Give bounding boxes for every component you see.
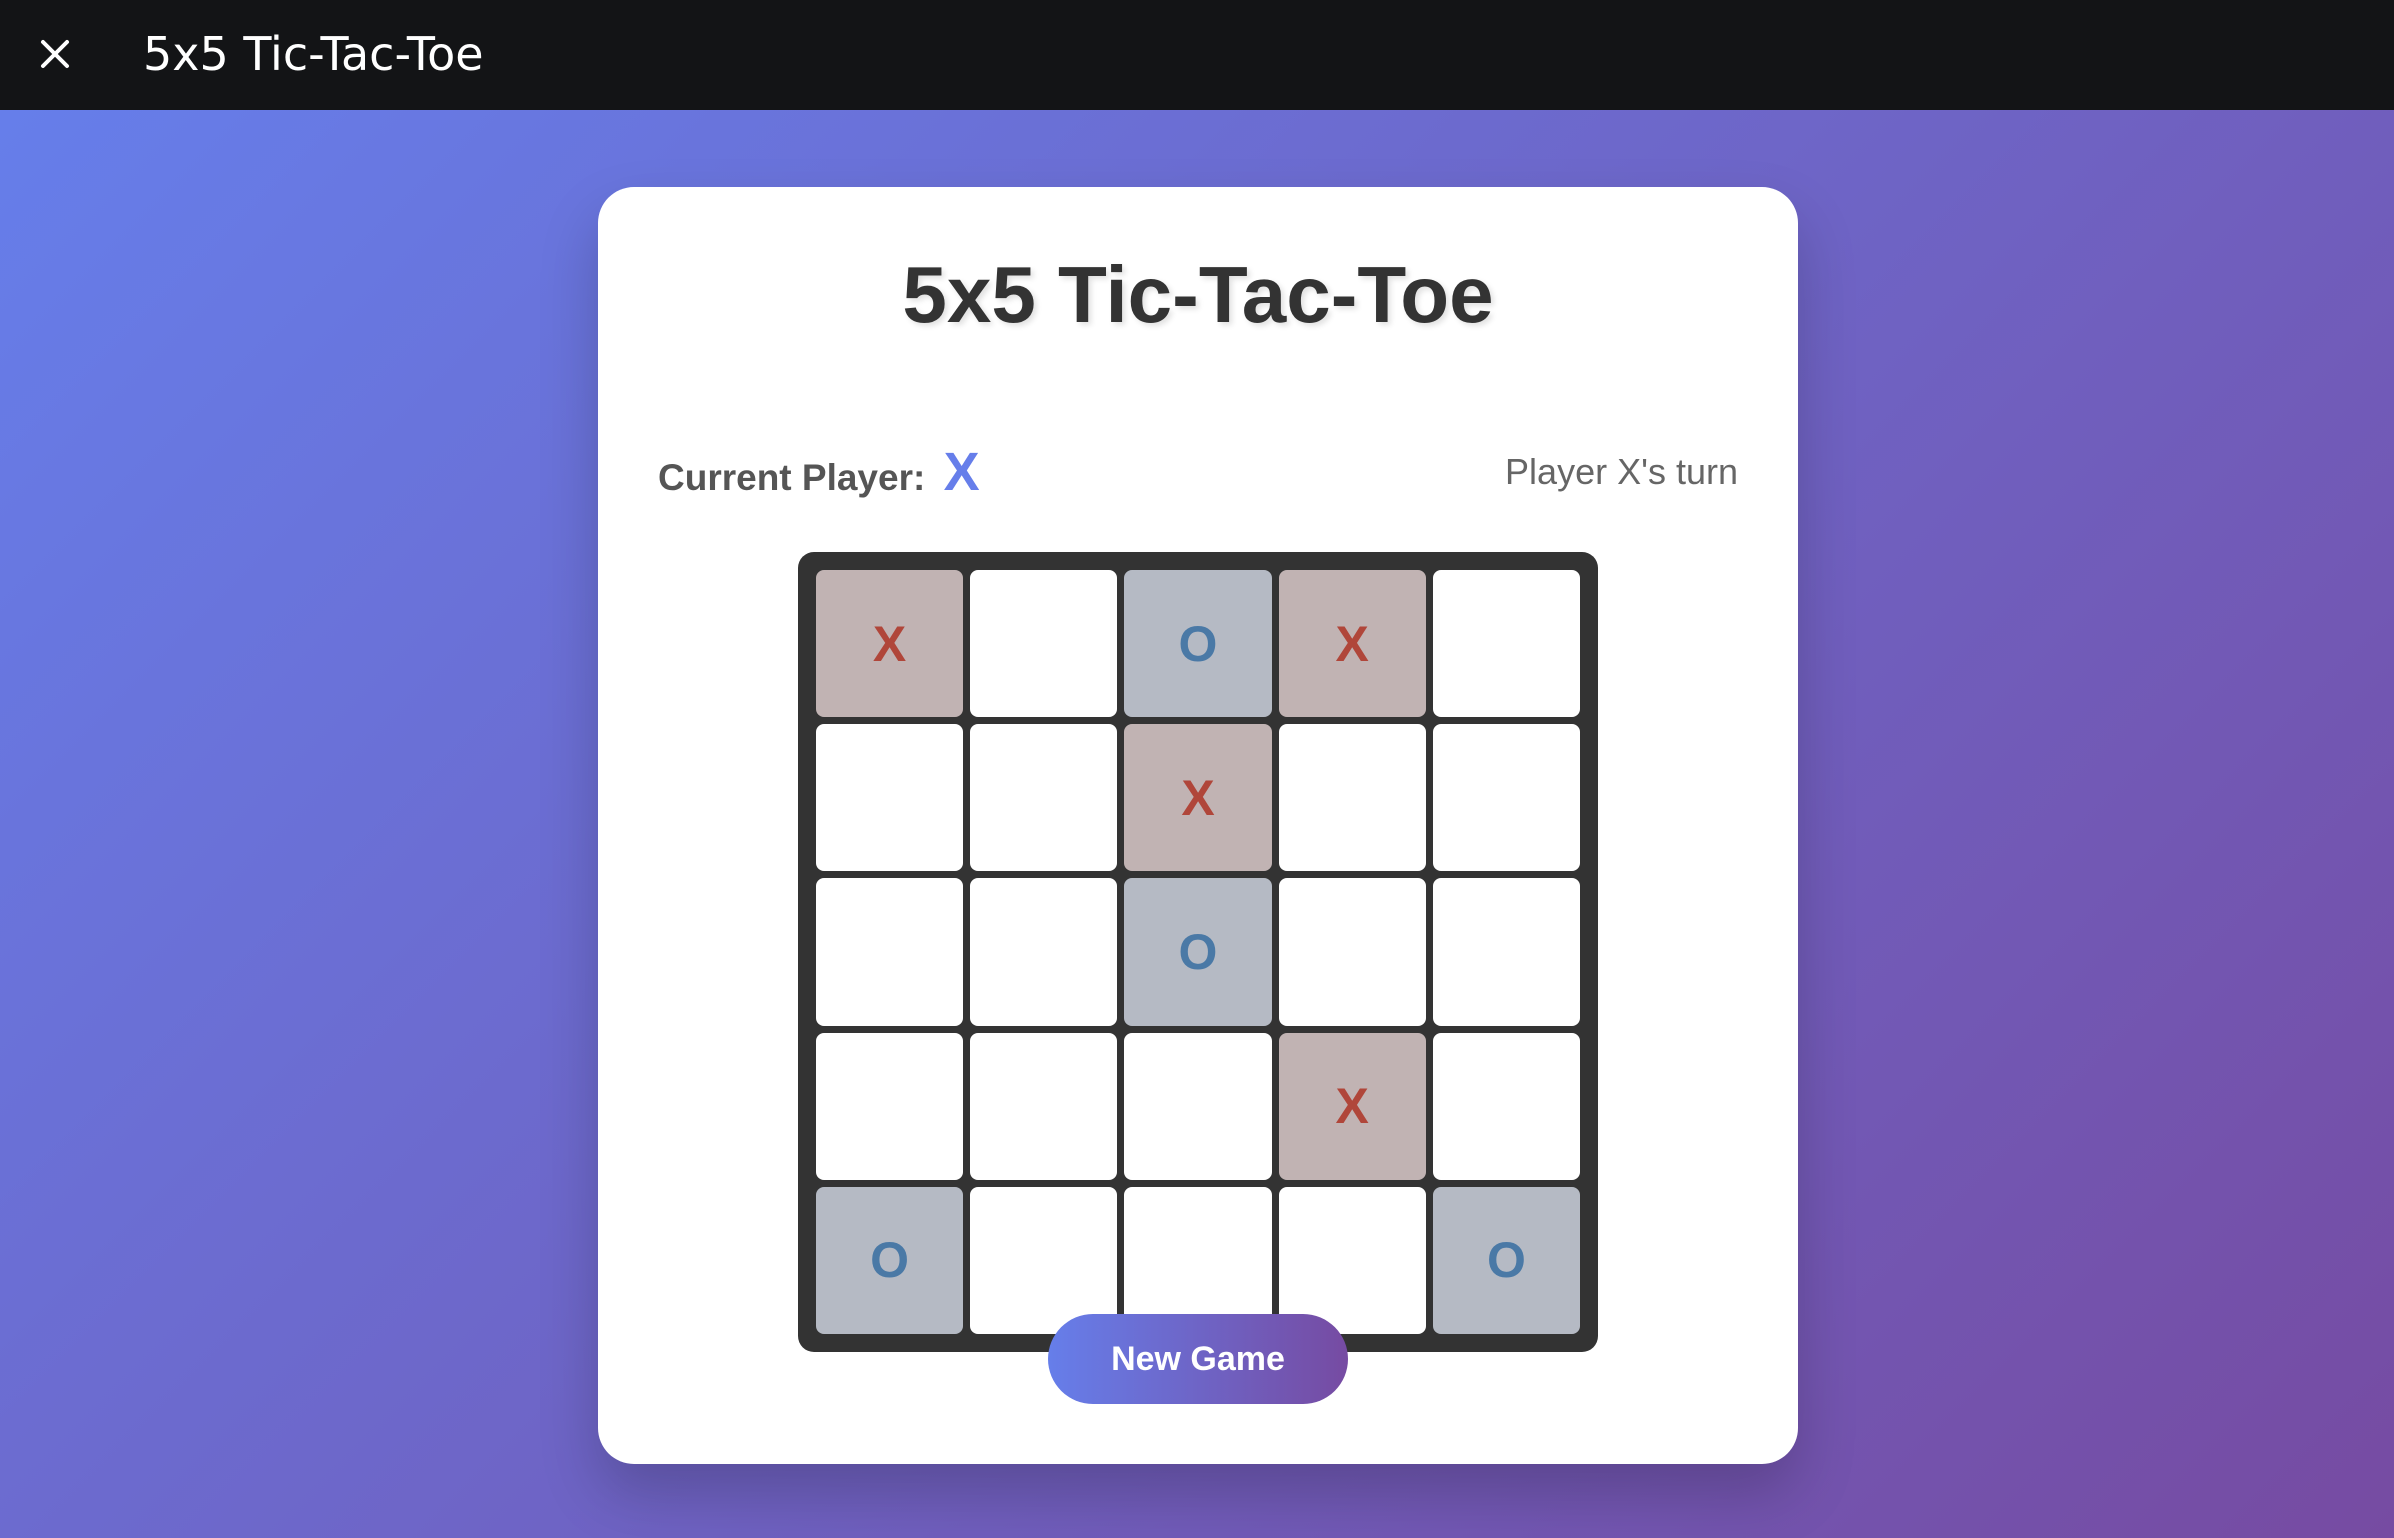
new-game-button[interactable]: New Game — [1048, 1314, 1348, 1404]
board-cell[interactable] — [1278, 724, 1426, 872]
board-cell[interactable]: X — [816, 570, 964, 718]
board-cell[interactable] — [816, 724, 964, 872]
game-board: XOXXOXOO — [798, 552, 1598, 1352]
game-background: 5x5 Tic-Tac-Toe Current Player: X Player… — [0, 110, 2394, 1538]
title-bar: 5x5 Tic-Tac-Toe — [0, 0, 2394, 110]
board-cell[interactable] — [970, 1032, 1118, 1180]
board-cell[interactable] — [1278, 1186, 1426, 1334]
board-cell[interactable]: X — [1278, 1032, 1426, 1180]
board-cell[interactable] — [1124, 1186, 1272, 1334]
current-player-info: Current Player: X — [658, 445, 980, 503]
board-cell[interactable]: O — [816, 1186, 964, 1334]
board-cell[interactable]: X — [1278, 570, 1426, 718]
board-cell[interactable] — [1432, 878, 1580, 1026]
board-cell[interactable]: O — [1432, 1186, 1580, 1334]
current-player-symbol: X — [943, 442, 980, 502]
board-cell[interactable] — [816, 878, 964, 1026]
board-cell[interactable] — [1278, 878, 1426, 1026]
board-cell[interactable] — [1432, 570, 1580, 718]
board-cell[interactable] — [1124, 1032, 1272, 1180]
close-icon — [41, 40, 69, 68]
game-status: Player X's turn — [1505, 451, 1738, 492]
board-cell[interactable] — [816, 1032, 964, 1180]
game-title: 5x5 Tic-Tac-Toe — [902, 250, 1494, 339]
game-card: 5x5 Tic-Tac-Toe Current Player: X Player… — [598, 187, 1798, 1464]
board-cell[interactable]: O — [1124, 570, 1272, 718]
window-title: 5x5 Tic-Tac-Toe — [143, 27, 484, 81]
board-cell[interactable] — [970, 570, 1118, 718]
board-cell[interactable]: X — [1124, 724, 1272, 872]
current-player-label: Current Player: — [658, 457, 926, 498]
board-cell[interactable] — [1432, 1032, 1580, 1180]
board-cell[interactable] — [1432, 724, 1580, 872]
board-cell[interactable] — [970, 878, 1118, 1026]
player-info: Current Player: X Player X's turn — [658, 437, 1738, 507]
board-cell[interactable] — [970, 1186, 1118, 1334]
close-button[interactable] — [28, 27, 82, 81]
board-cell[interactable] — [970, 724, 1118, 872]
board-cell[interactable]: O — [1124, 878, 1272, 1026]
